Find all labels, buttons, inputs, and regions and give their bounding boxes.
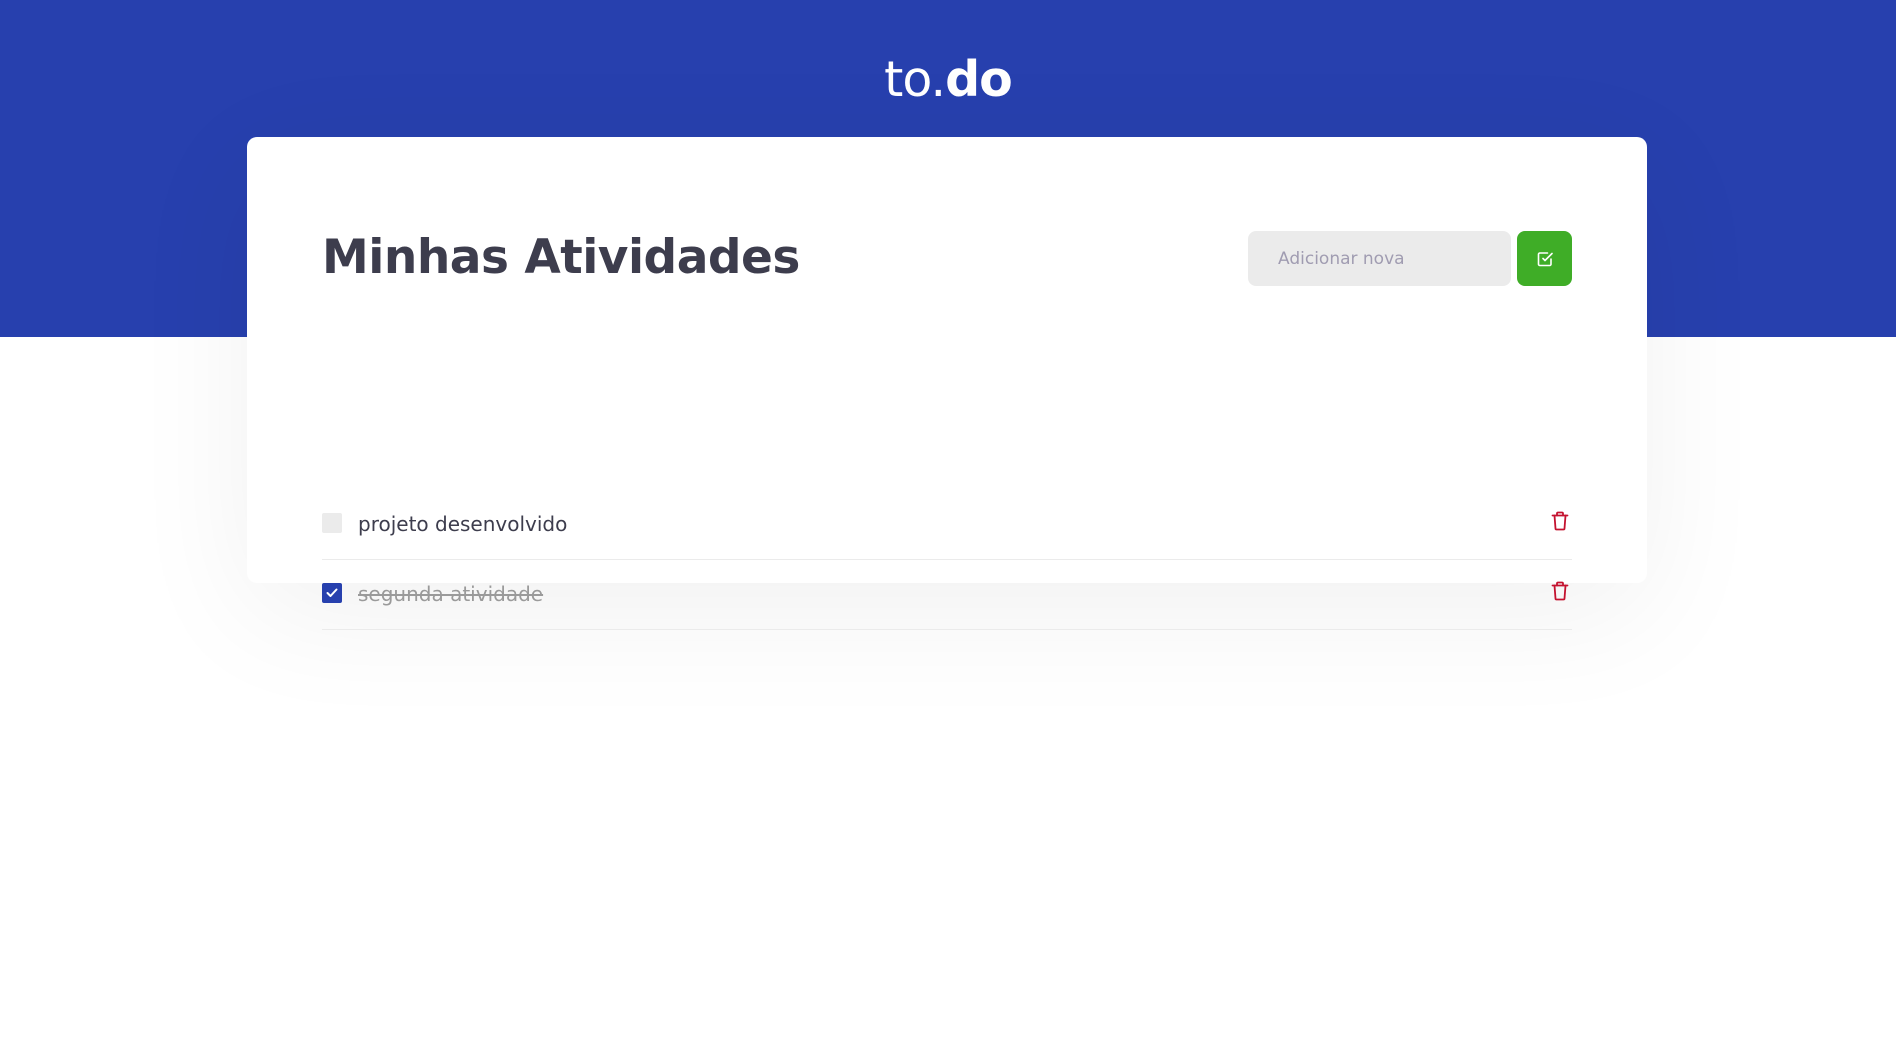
logo-suffix: do xyxy=(945,51,1013,108)
task-title: projeto desenvolvido xyxy=(358,512,568,536)
page-title: Minhas Atividades xyxy=(322,230,800,285)
trash-icon xyxy=(1551,581,1569,601)
checkmark-icon xyxy=(326,588,338,598)
logo-prefix: to. xyxy=(884,51,946,108)
add-task-button[interactable] xyxy=(1517,231,1572,286)
delete-task-button[interactable] xyxy=(1548,577,1572,605)
task-title: segunda atividade xyxy=(358,582,544,606)
task-row: segunda atividade xyxy=(322,560,1572,630)
check-square-icon xyxy=(1537,251,1553,267)
tasks-card: Minhas Atividades projeto desenvolvido xyxy=(247,137,1647,630)
task-list: projeto desenvolvido segunda atividade xyxy=(322,490,1572,630)
delete-task-button[interactable] xyxy=(1548,507,1572,535)
task-checkbox[interactable] xyxy=(322,583,342,603)
trash-icon xyxy=(1551,511,1569,531)
task-checkbox[interactable] xyxy=(322,513,342,533)
app-logo: to.do xyxy=(0,50,1896,110)
task-row: projeto desenvolvido xyxy=(322,490,1572,560)
new-task-input[interactable] xyxy=(1248,231,1511,286)
